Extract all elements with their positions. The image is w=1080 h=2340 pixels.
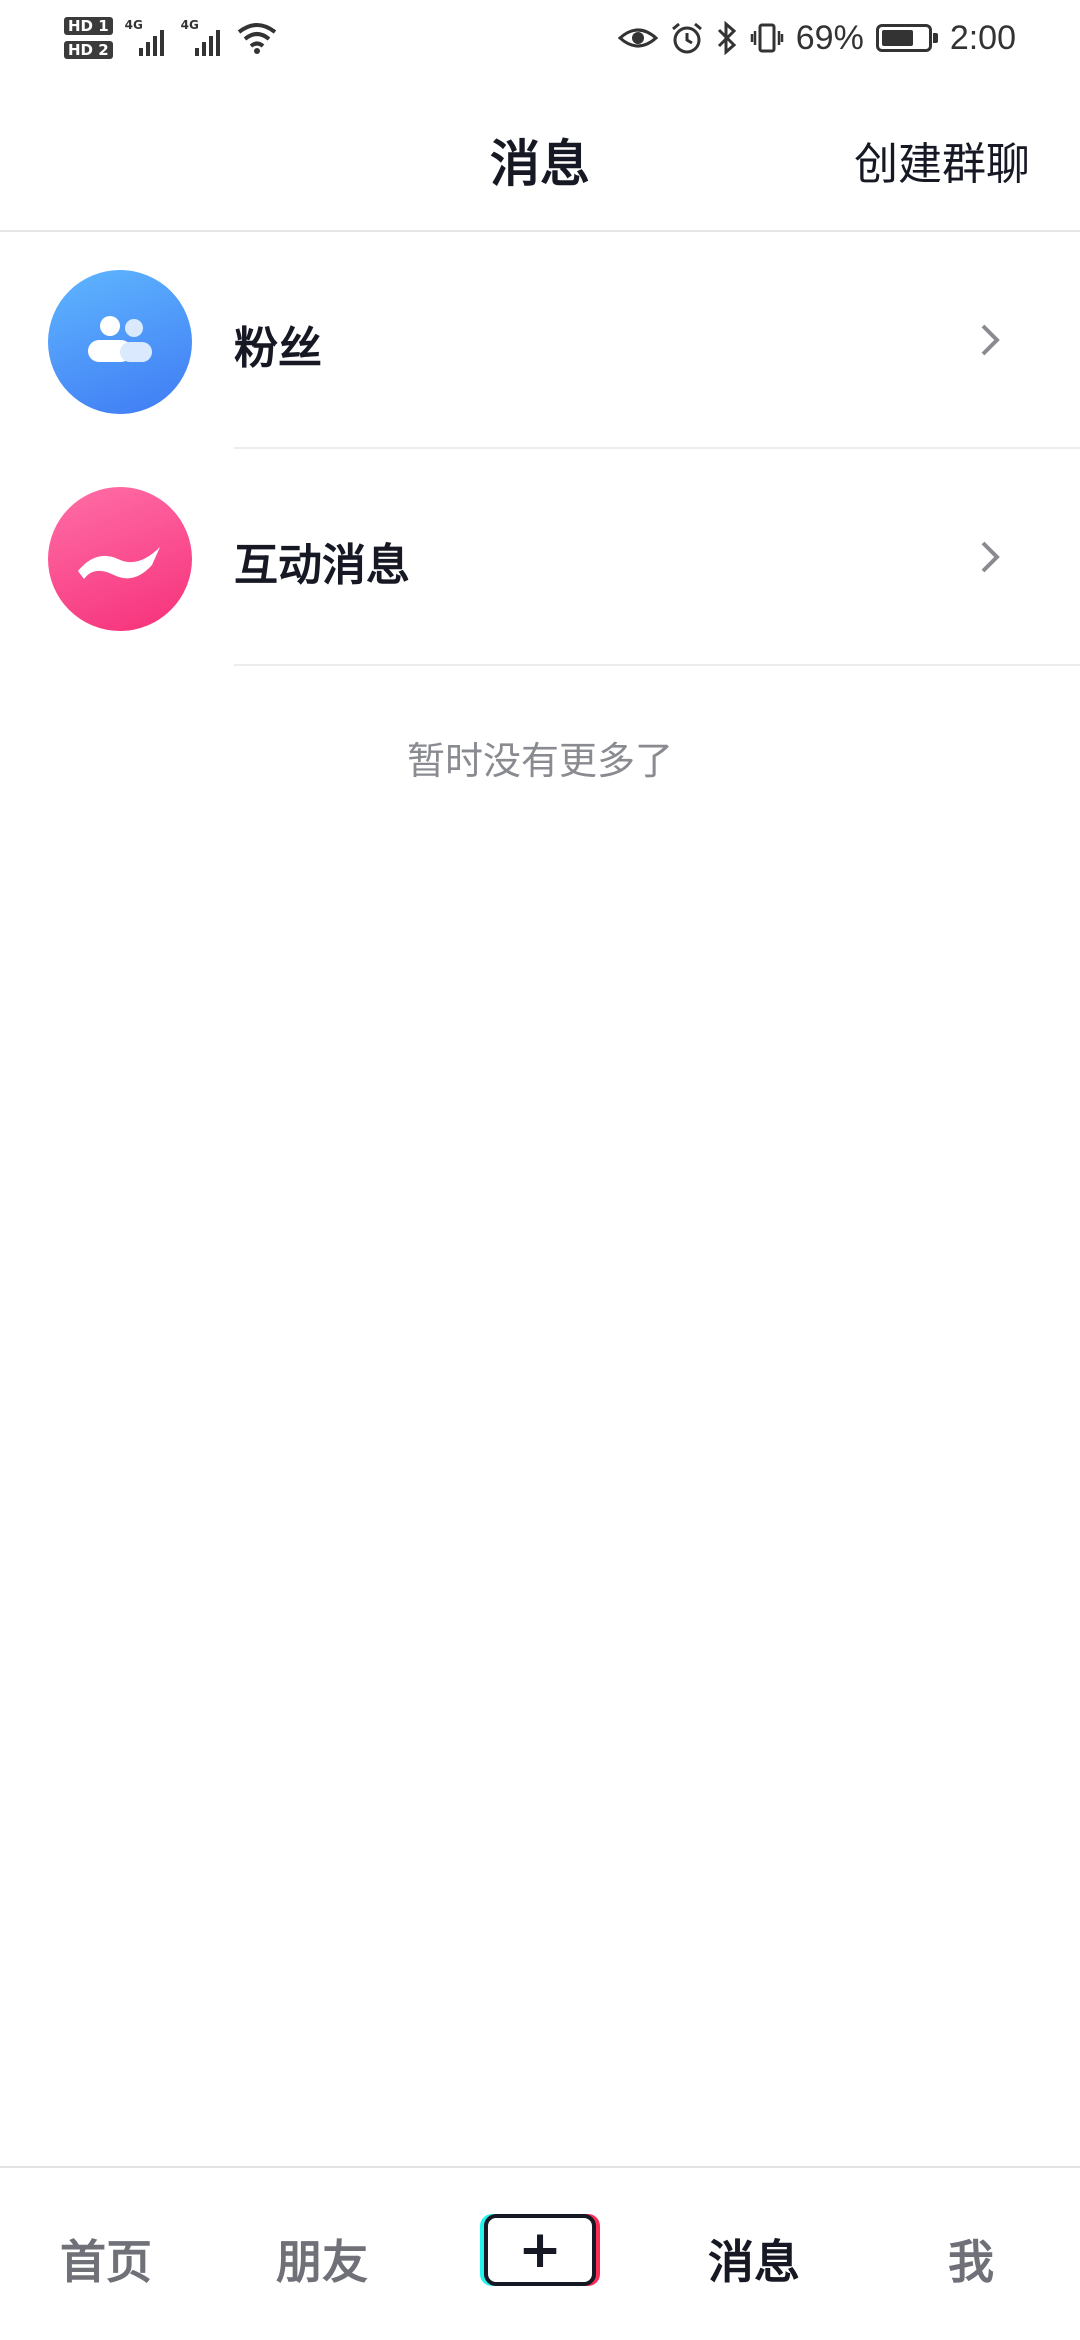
battery-percent: 69%: [795, 18, 864, 57]
fans-icon: [48, 270, 192, 414]
eye-icon: [617, 28, 658, 48]
list-item-label: 互动消息: [234, 540, 410, 591]
message-list: 粉丝 互动消息: [0, 232, 1080, 666]
status-bar-right: 69% 2:00: [617, 10, 1016, 66]
tab-messages[interactable]: 消息: [708, 2226, 800, 2292]
divider: [234, 664, 1080, 666]
status-bar-left: HD 1 HD 2 4G 4G: [64, 8, 277, 68]
tab-friends[interactable]: 朋友: [276, 2226, 368, 2292]
chevron-right-icon: [981, 541, 1000, 573]
battery-icon: [875, 24, 938, 52]
tab-home[interactable]: 首页: [60, 2226, 152, 2292]
list-item-interactions[interactable]: 互动消息: [0, 449, 1080, 666]
vibrate-icon: [750, 23, 783, 53]
status-bar: HD 1 HD 2 4G 4G 69% 2:00: [0, 0, 1080, 72]
clock: 2:00: [949, 18, 1016, 57]
no-more-text: 暂时没有更多了: [406, 739, 673, 783]
signal-1-icon: 4G: [125, 18, 169, 58]
sim-indicators: HD 1 HD 2: [64, 17, 113, 59]
create-group-button[interactable]: 创建群聊: [854, 128, 1030, 192]
chevron-right-icon: [981, 324, 1000, 356]
bottom-nav: 首页 朋友 + 消息 我: [0, 2166, 1080, 2340]
interaction-icon: [48, 487, 192, 631]
sim2-indicator: HD 2: [64, 41, 113, 59]
alarm-icon: [671, 22, 702, 54]
tab-me[interactable]: 我: [948, 2226, 994, 2292]
wifi-icon: [237, 23, 276, 54]
signal-2-icon: 4G: [181, 18, 225, 58]
bluetooth-icon: [717, 21, 736, 55]
list-item-fans[interactable]: 粉丝: [0, 232, 1080, 449]
sim1-indicator: HD 1: [64, 17, 113, 35]
header: 消息 创建群聊: [0, 72, 1080, 232]
list-item-label: 粉丝: [234, 323, 322, 374]
add-button[interactable]: +: [480, 2214, 600, 2286]
plus-icon: +: [484, 2214, 596, 2286]
